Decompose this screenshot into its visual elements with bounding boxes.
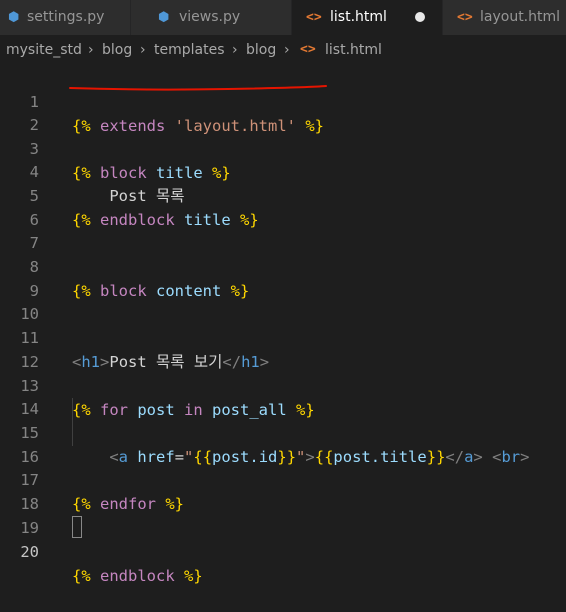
html-icon: <> xyxy=(457,10,473,25)
indent-guide xyxy=(72,398,73,446)
code-line: 9 xyxy=(0,255,566,300)
code-line: 6 xyxy=(0,184,566,229)
code-text: {% endblock %} xyxy=(72,564,203,588)
chevron-right-icon: › xyxy=(232,42,238,58)
breadcrumb-item[interactable]: blog xyxy=(246,35,276,65)
code-line: 17 {% endfor %} xyxy=(0,444,566,513)
token: %} xyxy=(184,567,203,585)
chevron-right-icon: › xyxy=(88,42,94,58)
code-line: 2 xyxy=(0,89,566,134)
tab-settings-py[interactable]: ⬢ settings.py xyxy=(0,0,130,35)
tab-list-html[interactable]: <> list.html xyxy=(292,0,442,35)
tab-label: settings.py xyxy=(27,9,105,25)
breadcrumb-item[interactable]: list.html xyxy=(325,35,382,65)
code-line: 16 xyxy=(0,421,566,466)
code-line-current: 20 {% endblock %} xyxy=(0,516,566,585)
breadcrumb-item[interactable]: blog xyxy=(102,35,132,65)
tab-views-py[interactable]: ⬢ views.py xyxy=(131,0,291,35)
tab-label: list.html xyxy=(330,9,387,25)
code-line: 12 xyxy=(0,326,566,371)
bracket-match-highlight xyxy=(72,516,82,538)
code-line: 4 Post 목록 xyxy=(0,136,566,205)
breadcrumb-item[interactable]: templates xyxy=(154,35,225,65)
red-underline-annotation xyxy=(69,85,327,91)
editor-tab-bar: ⬢ settings.py ⬢ views.py <> list.html <>… xyxy=(0,0,566,35)
code-line: 14 xyxy=(0,373,566,418)
code-line: 19 xyxy=(0,492,566,537)
chevron-right-icon: › xyxy=(284,42,290,58)
chevron-right-icon: › xyxy=(140,42,146,58)
code-line: 11 <h1>Post 목록 보기</h1> xyxy=(0,302,566,371)
html-icon: <> xyxy=(300,42,316,57)
python-icon: ⬢ xyxy=(158,10,170,25)
code-line: 10 xyxy=(0,278,566,323)
code-line: 3 {% block title %} xyxy=(0,113,566,182)
code-line: 7 xyxy=(0,207,566,252)
code-line: 13 {% for post in post_all %} xyxy=(0,350,566,419)
code-line: 18 xyxy=(0,468,566,513)
python-icon: ⬢ xyxy=(8,10,20,25)
html-icon: <> xyxy=(306,10,322,25)
token: {% xyxy=(72,567,91,585)
breadcrumb: mysite_std › blog › templates › blog › <… xyxy=(0,35,566,65)
token: endblock xyxy=(90,567,184,585)
unsaved-dot-icon[interactable] xyxy=(415,12,425,22)
code-line: 5 {% endblock title %} xyxy=(0,160,566,229)
tab-label: views.py xyxy=(179,9,241,25)
line-number: 20 xyxy=(20,543,39,561)
breadcrumb-item[interactable]: mysite_std xyxy=(6,35,82,65)
tab-layout-html[interactable]: <> layout.html xyxy=(443,0,566,35)
code-line: 8 {% block content %} xyxy=(0,231,566,300)
code-line: 15 <a href="{{post.id}}">{{post.title}}<… xyxy=(0,397,566,466)
tab-label: layout.html xyxy=(480,9,561,25)
code-editor[interactable]: 1 {% extends 'layout.html' %} 2 3 {% blo… xyxy=(0,65,566,585)
